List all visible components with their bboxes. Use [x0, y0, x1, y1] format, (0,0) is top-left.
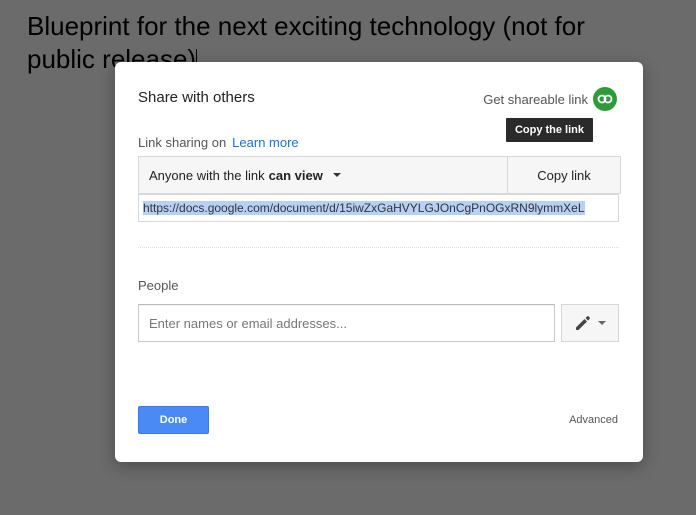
get-shareable-link[interactable]: Get shareable link	[483, 87, 617, 111]
share-dialog: Share with others Get shareable link Cop…	[115, 62, 643, 462]
permission-dropdown[interactable]	[561, 304, 619, 342]
access-level-dropdown[interactable]: Anyone with the link can view	[139, 157, 508, 193]
link-icon[interactable]	[593, 87, 617, 111]
copy-link-button[interactable]: Copy link	[508, 157, 620, 193]
shareable-url: https://docs.google.com/document/d/15iwZ…	[143, 201, 585, 215]
people-label: People	[138, 278, 179, 293]
advanced-link[interactable]: Advanced	[569, 414, 618, 426]
chevron-down-icon	[598, 321, 606, 325]
link-sharing-status: Link sharing on Learn more	[138, 135, 299, 150]
chevron-down-icon	[332, 173, 341, 177]
link-access-row: Anyone with the link can view Copy link	[138, 156, 621, 194]
pencil-icon	[576, 316, 590, 330]
access-level: can view	[268, 167, 323, 183]
access-prefix: Anyone with the link	[149, 167, 265, 183]
people-input[interactable]	[138, 304, 555, 342]
sharing-status-text: Link sharing on	[138, 135, 227, 150]
dialog-title: Share with others	[138, 89, 255, 106]
shareable-url-field[interactable]: https://docs.google.com/document/d/15iwZ…	[138, 194, 619, 222]
shareable-link-label: Get shareable link	[483, 91, 588, 107]
done-button[interactable]: Done	[138, 406, 209, 434]
learn-more-link[interactable]: Learn more	[232, 135, 298, 150]
copy-link-tooltip: Copy the link	[505, 118, 593, 142]
divider	[138, 247, 619, 248]
